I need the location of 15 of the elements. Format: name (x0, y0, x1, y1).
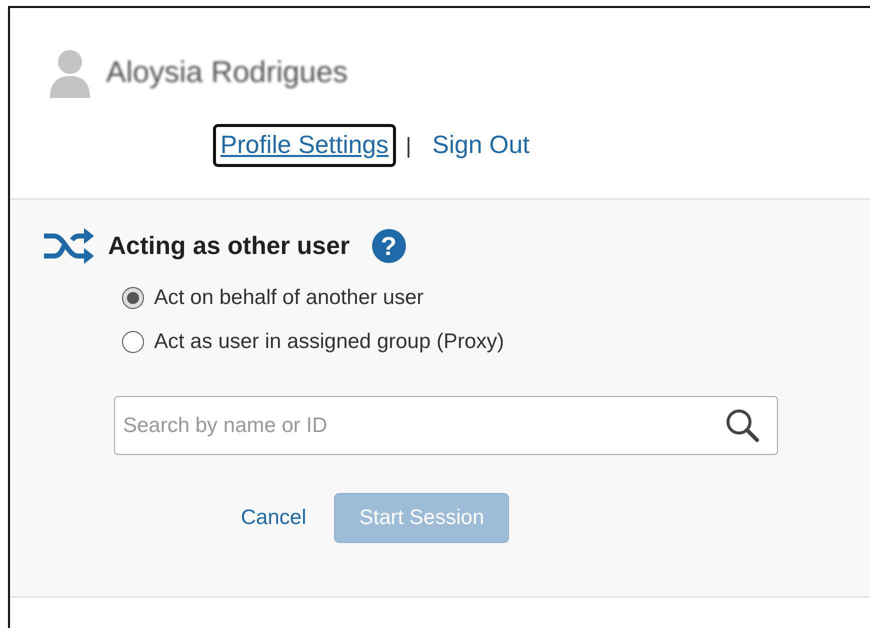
radio-label: Act on behalf of another user (154, 286, 424, 310)
cancel-button[interactable]: Cancel (240, 498, 306, 538)
radio-button[interactable] (122, 287, 144, 309)
section-title: Acting as other user (108, 232, 350, 260)
avatar-icon (48, 48, 92, 98)
shuffle-icon (42, 226, 94, 266)
radio-button[interactable] (122, 331, 144, 353)
user-name: Aloysia Rodrigues (106, 56, 348, 90)
help-icon[interactable]: ? (372, 229, 406, 263)
link-separator: | (406, 132, 412, 158)
sign-out-link[interactable]: Sign Out (425, 124, 537, 167)
search-icon[interactable] (724, 407, 760, 443)
search-field[interactable]: Search by name or ID (114, 396, 778, 455)
radio-label: Act as user in assigned group (Proxy) (154, 330, 504, 354)
profile-settings-link[interactable]: Profile Settings (213, 124, 396, 167)
